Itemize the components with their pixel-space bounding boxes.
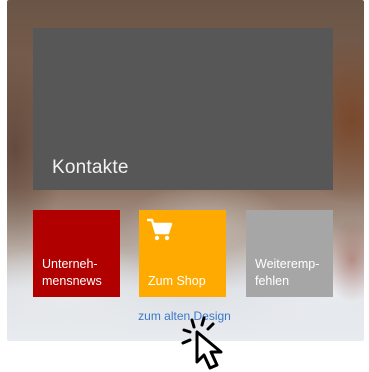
company-news-tile-label: Unterneh- mensnews <box>42 256 102 290</box>
shop-tile[interactable]: Zum Shop <box>139 210 226 297</box>
company-news-label-line2: mensnews <box>42 274 102 288</box>
contacts-tile[interactable]: Kontakte <box>33 28 333 190</box>
recommend-tile[interactable]: Weiteremp- fehlen <box>246 210 333 297</box>
recommend-tile-label: Weiteremp- fehlen <box>255 256 319 290</box>
shop-tile-label: Zum Shop <box>148 274 206 288</box>
company-news-label-line1: Unterneh- <box>42 257 98 271</box>
recommend-label-line1: Weiteremp- <box>255 257 320 271</box>
start-screen: Kontakte Unterneh- mensnews Zum Shop Wei… <box>0 0 369 372</box>
company-news-tile[interactable]: Unterneh- mensnews <box>33 210 120 297</box>
click-pointer-icon <box>181 316 223 370</box>
recommend-label-line2: fehlen <box>255 274 290 288</box>
contacts-tile-label: Kontakte <box>52 157 129 178</box>
shopping-cart-icon <box>147 218 173 241</box>
